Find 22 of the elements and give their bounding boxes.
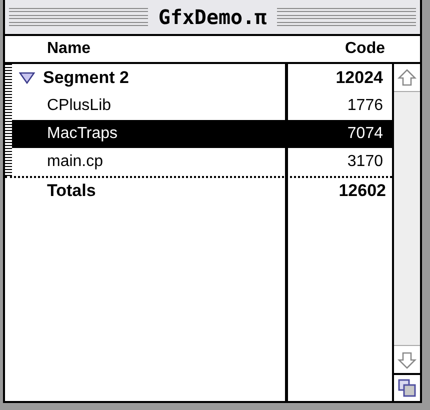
file-code: 1776 (347, 96, 383, 116)
file-row[interactable]: MacTraps 7074 (12, 120, 392, 148)
resize-box[interactable] (394, 373, 420, 401)
segment-code: 12024 (336, 68, 383, 87)
title-bar[interactable]: GfxDemo.π (5, 0, 420, 36)
window-title: GfxDemo.π (158, 4, 267, 31)
down-arrow-icon (397, 350, 417, 370)
file-name: CPlusLib (47, 97, 112, 114)
file-code: 7074 (347, 124, 383, 144)
file-code: 3170 (347, 152, 383, 172)
scroll-up-button[interactable] (394, 64, 420, 92)
up-arrow-icon (397, 68, 417, 88)
segment-name: Segment 2 (43, 67, 129, 90)
file-name: MacTraps (47, 125, 118, 142)
column-header: Name (47, 40, 91, 57)
totals-label: Totals (47, 181, 96, 200)
column-header: Code (345, 40, 385, 57)
disclosure-triangle-icon[interactable] (19, 72, 35, 84)
file-name: main.cp (47, 153, 104, 170)
totals-code: 12602 (338, 181, 386, 200)
resize-icon (397, 378, 417, 398)
scroll-bar[interactable] (392, 64, 420, 401)
